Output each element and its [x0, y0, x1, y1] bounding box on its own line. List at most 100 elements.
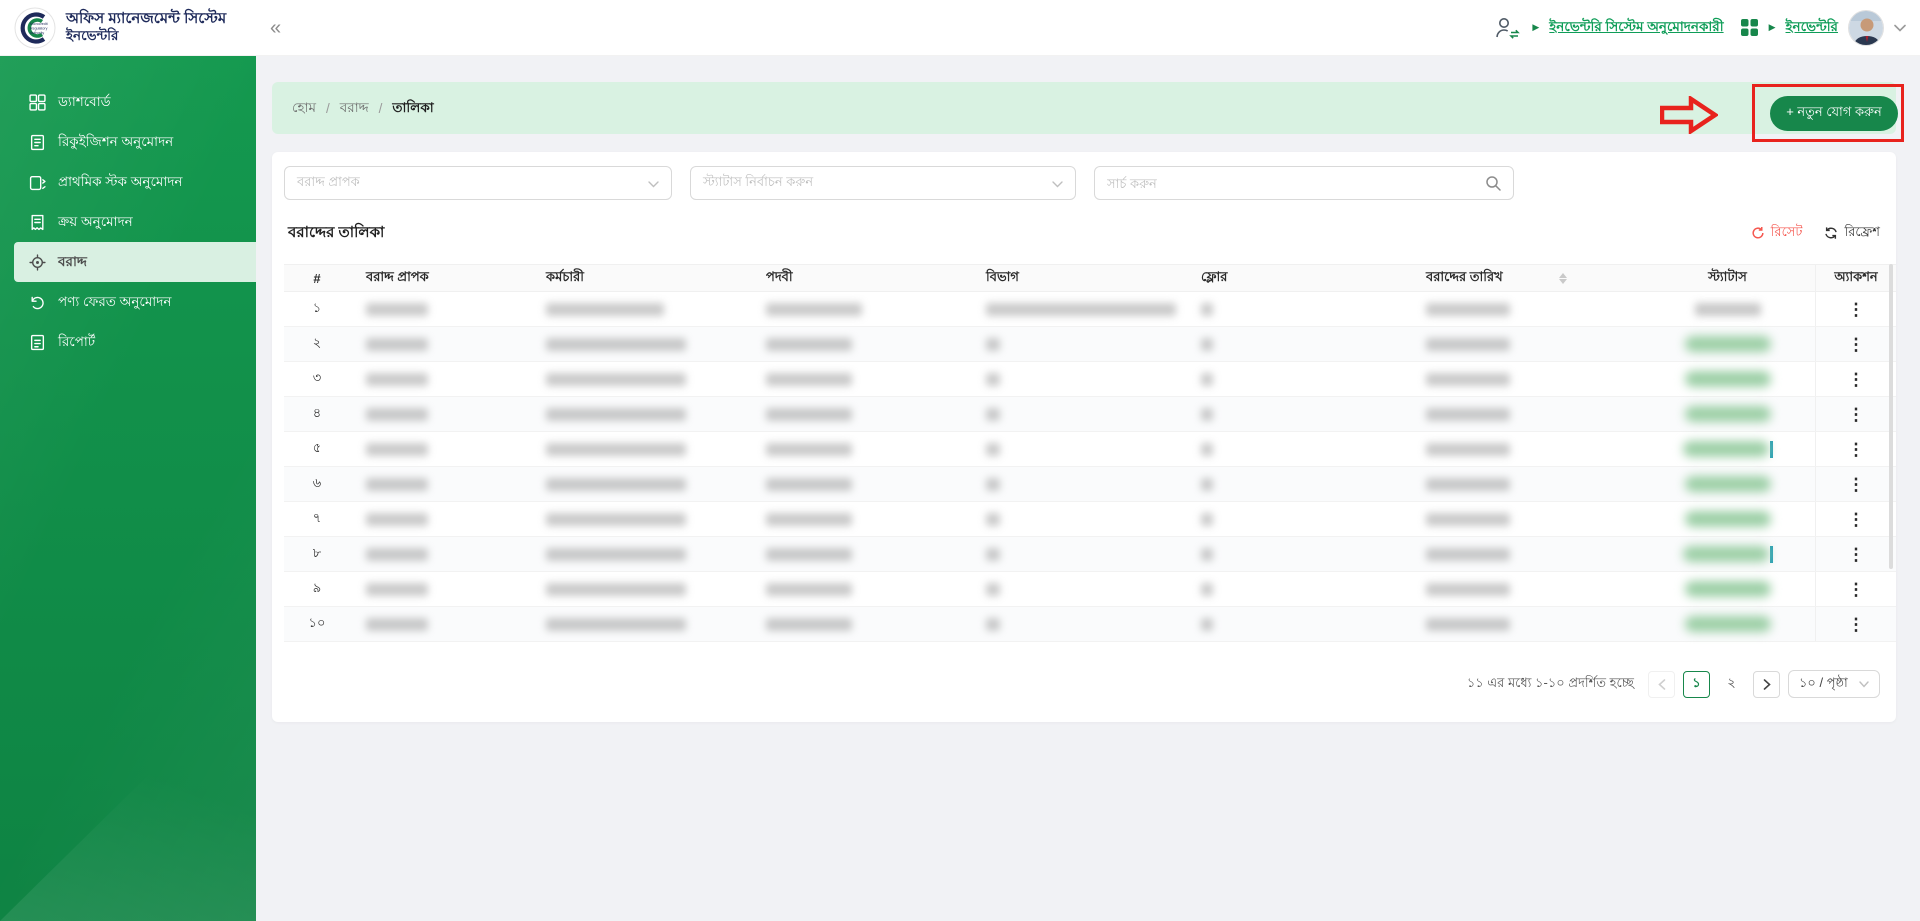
refresh-button[interactable]: রিফ্রেশ	[1824, 223, 1880, 244]
department-cell	[970, 583, 1185, 596]
pagination-prev-button[interactable]	[1648, 671, 1675, 698]
table-row-3: ৩⋮	[284, 362, 1896, 397]
column-header-5: ফ্লোর	[1185, 268, 1410, 289]
column-header-0: #	[284, 271, 350, 286]
breadcrumb-item-0[interactable]: হোম	[292, 97, 316, 120]
redacted-text	[766, 443, 852, 456]
designation-cell	[750, 513, 970, 526]
redacted-text	[766, 478, 852, 491]
page-size-value: ১০ / পৃষ্ঠা	[1799, 674, 1848, 695]
profile-chevron-down-icon[interactable]	[1894, 24, 1906, 32]
breadcrumb-item-1[interactable]: বরাদ্দ	[340, 97, 369, 120]
status-badge	[1685, 511, 1771, 527]
redacted-text	[546, 618, 686, 631]
row-actions-menu-button[interactable]: ⋮	[1848, 546, 1865, 563]
recipient-cell	[350, 478, 530, 491]
redacted-text	[766, 548, 852, 561]
floor-cell	[1185, 513, 1410, 526]
status-filter-select[interactable]: স্ট্যাটাস নির্বাচন করুন	[690, 166, 1076, 200]
redacted-text	[546, 478, 686, 491]
redacted-text	[546, 583, 686, 596]
user-avatar[interactable]	[1848, 10, 1884, 46]
row-actions-menu-button[interactable]: ⋮	[1848, 511, 1865, 528]
topbar: Microcredit Regulatory Authority অফিস ম্…	[0, 0, 1920, 56]
table-row-10: ১০ ⋮	[284, 607, 1896, 642]
search-icon[interactable]	[1485, 175, 1513, 191]
redacted-text	[986, 548, 1000, 561]
allocation-date-cell	[1410, 583, 1640, 596]
row-actions-menu-button[interactable]: ⋮	[1848, 371, 1865, 388]
role-link[interactable]: ইনভেন্টরি সিস্টেম অনুমোদনকারী	[1549, 16, 1723, 39]
caret-right-icon: ▶	[1769, 22, 1776, 33]
row-actions-menu-button[interactable]: ⋮	[1848, 301, 1865, 318]
sidebar-item-6[interactable]: রিপোর্ট	[0, 322, 256, 362]
recipient-cell	[350, 583, 530, 596]
row-serial: ১	[313, 299, 321, 320]
department-cell	[970, 618, 1185, 631]
svg-text:Authority: Authority	[30, 31, 44, 35]
table-row-2: ২⋮	[284, 327, 1896, 362]
department-cell	[970, 478, 1185, 491]
search-input[interactable]	[1095, 176, 1485, 191]
product-return-approval-icon	[28, 293, 46, 311]
sidebar-item-0[interactable]: ড্যাশবোর্ড	[0, 82, 256, 122]
sidebar-item-2[interactable]: প্রাথমিক স্টক অনুমোদন	[0, 162, 256, 202]
sidebar-item-5[interactable]: পণ্য ফেরত অনুমোদন	[0, 282, 256, 322]
table-body: ১⋮২⋮৩⋮৪⋮৫⋮৬⋮৭⋮৮⋮৯⋮১০⋮	[284, 292, 1896, 642]
status-badge	[1685, 406, 1771, 422]
row-serial: ২	[313, 334, 321, 355]
sidebar-item-label: ড্যাশবোর্ড	[58, 91, 111, 114]
row-actions-menu-button[interactable]: ⋮	[1848, 581, 1865, 598]
redacted-text	[986, 408, 1000, 421]
recipient-filter-select[interactable]: বরাদ্দ প্রাপক	[284, 166, 672, 200]
redacted-text	[1201, 618, 1213, 631]
status-cell	[1640, 616, 1815, 632]
department-cell	[970, 443, 1185, 456]
page-size-select[interactable]: ১০ / পৃষ্ঠা	[1788, 670, 1880, 698]
row-actions-menu-button[interactable]: ⋮	[1848, 441, 1865, 458]
status-badge	[1685, 336, 1771, 352]
sort-icon[interactable]	[1559, 273, 1567, 284]
action-cell: ⋮	[1815, 432, 1896, 466]
sidebar-item-3[interactable]: ক্রয় অনুমোদন	[0, 202, 256, 242]
serial-cell: ১০	[284, 614, 350, 635]
allocation-date-cell	[1410, 408, 1640, 421]
mra-logo-icon: Microcredit Regulatory Authority	[14, 7, 56, 49]
row-actions-menu-button[interactable]: ⋮	[1848, 616, 1865, 633]
row-actions-menu-button[interactable]: ⋮	[1848, 476, 1865, 493]
employee-cell	[530, 303, 750, 316]
sidebar-item-label: ক্রয় অনুমোদন	[58, 211, 133, 234]
row-actions-menu-button[interactable]: ⋮	[1848, 406, 1865, 423]
employee-cell	[530, 338, 750, 351]
svg-text:Regulatory: Regulatory	[30, 26, 48, 30]
sidebar-item-label: প্রাথমিক স্টক অনুমোদন	[58, 171, 182, 194]
content-card: বরাদ্দ প্রাপক স্ট্যাটাস নির্বাচন করুন বর…	[272, 152, 1896, 722]
reset-button[interactable]: রিসেট	[1751, 223, 1803, 244]
redacted-text	[546, 513, 686, 526]
recipient-filter-placeholder: বরাদ্দ প্রাপক	[297, 173, 648, 194]
pagination-next-button[interactable]	[1753, 671, 1780, 698]
redacted-text	[366, 478, 428, 491]
pagination-page-2[interactable]: ২	[1718, 671, 1745, 698]
action-cell: ⋮	[1815, 397, 1896, 431]
pagination-summary: ১১ এর মধ্যে ১-১০ প্রদর্শিত হচ্ছে	[1467, 674, 1634, 695]
pagination-page-1[interactable]: ১	[1683, 671, 1710, 698]
allocation-date-cell	[1410, 373, 1640, 386]
status-cell	[1640, 371, 1815, 387]
row-serial: ৯	[313, 579, 321, 600]
action-cell: ⋮	[1815, 327, 1896, 361]
refresh-icon	[1824, 226, 1838, 240]
status-cell	[1640, 476, 1815, 492]
app-grid-icon[interactable]	[1740, 18, 1759, 37]
table-scrollbar[interactable]	[1889, 264, 1893, 569]
sidebar-item-4[interactable]: বরাদ্দ	[14, 242, 256, 282]
sidebar-collapse-button[interactable]: «	[270, 18, 281, 38]
sidebar-item-1[interactable]: রিকুইজিশন অনুমোদন	[0, 122, 256, 162]
row-actions-menu-button[interactable]: ⋮	[1848, 336, 1865, 353]
cursor-artifact	[1770, 441, 1773, 458]
module-link[interactable]: ইনভেন্টরি	[1786, 16, 1838, 39]
status-filter-placeholder: স্ট্যাটাস নির্বাচন করুন	[703, 173, 1052, 194]
column-header-6[interactable]: বরাদ্দের তারিখ	[1410, 268, 1640, 289]
add-new-button[interactable]: + নতুন যোগ করুন	[1770, 96, 1898, 131]
recipient-cell	[350, 618, 530, 631]
